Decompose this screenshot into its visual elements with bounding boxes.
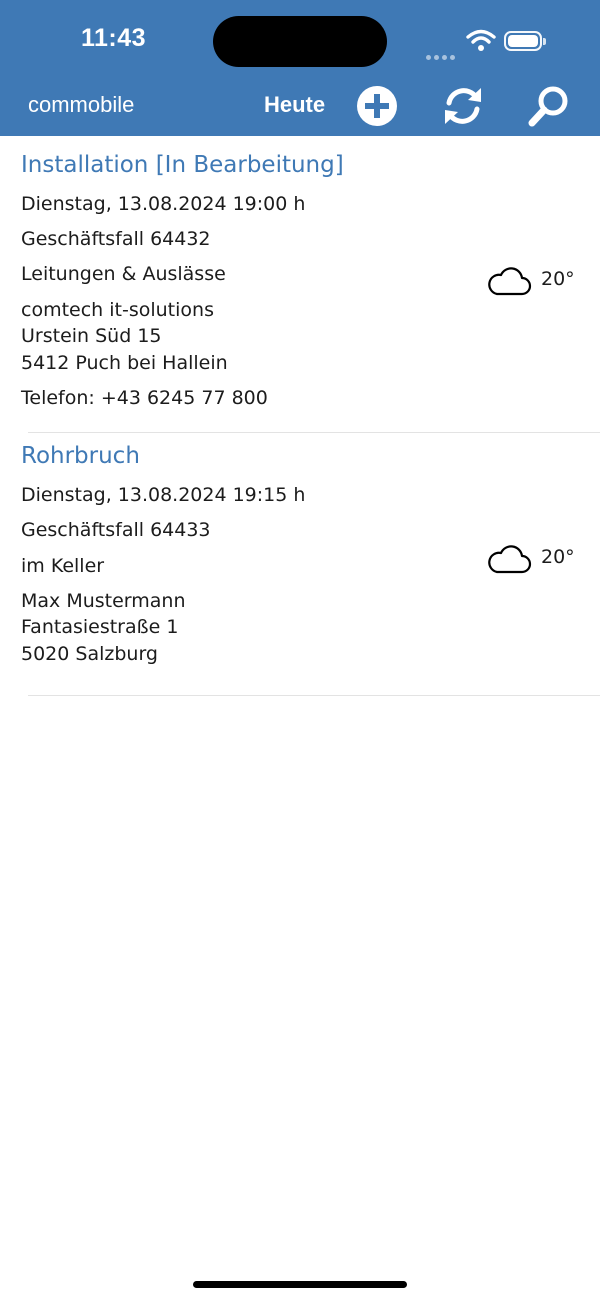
today-button[interactable]: Heute — [264, 92, 325, 118]
cloud-icon — [488, 545, 532, 574]
appointment-item[interactable]: Rohrbruch Dienstag, 13.08.2024 19:15 h G… — [0, 433, 600, 696]
appointment-datetime: Dienstag, 13.08.2024 19:15 h — [21, 484, 306, 506]
home-indicator[interactable] — [193, 1281, 407, 1288]
appointment-description: im Keller — [21, 555, 105, 577]
cloud-icon — [488, 267, 532, 296]
appointment-case: Geschäftsfall 64432 — [21, 228, 211, 250]
appointment-description: Leitungen & Auslässe — [21, 263, 226, 285]
dynamic-island — [213, 16, 387, 67]
customer-city: 5020 Salzburg — [21, 643, 158, 665]
customer-city: 5412 Puch bei Hallein — [21, 352, 228, 374]
divider — [28, 695, 600, 696]
appointment-list: Installation [In Bearbeitung] Dienstag, … — [0, 136, 600, 696]
appointment-datetime: Dienstag, 13.08.2024 19:00 h — [21, 193, 306, 215]
weather-info: 20° — [486, 261, 586, 301]
app-header: 11:43 commobile Heute — [0, 0, 600, 136]
cellular-signal-icon — [426, 45, 458, 60]
appointment-title: Rohrbruch — [21, 443, 140, 469]
battery-icon — [504, 31, 546, 51]
status-time: 11:43 — [81, 24, 147, 52]
search-icon[interactable] — [527, 84, 571, 128]
customer-phone[interactable]: Telefon: +43 6245 77 800 — [21, 387, 268, 409]
appointment-title: Installation [In Bearbeitung] — [21, 152, 344, 178]
plus-circle-icon[interactable] — [355, 84, 399, 128]
refresh-icon[interactable] — [441, 84, 485, 128]
appointment-item[interactable]: Installation [In Bearbeitung] Dienstag, … — [0, 136, 600, 433]
customer-name: Max Mustermann — [21, 590, 186, 612]
customer-street: Fantasiestraße 1 — [21, 616, 179, 638]
appointment-case: Geschäftsfall 64433 — [21, 519, 211, 541]
customer-street: Urstein Süd 15 — [21, 325, 162, 347]
customer-name: comtech it-solutions — [21, 299, 214, 321]
wifi-icon — [466, 29, 496, 51]
temperature: 20° — [541, 546, 575, 568]
app-title: commobile — [28, 92, 135, 117]
temperature: 20° — [541, 268, 575, 290]
weather-info: 20° — [486, 539, 586, 579]
